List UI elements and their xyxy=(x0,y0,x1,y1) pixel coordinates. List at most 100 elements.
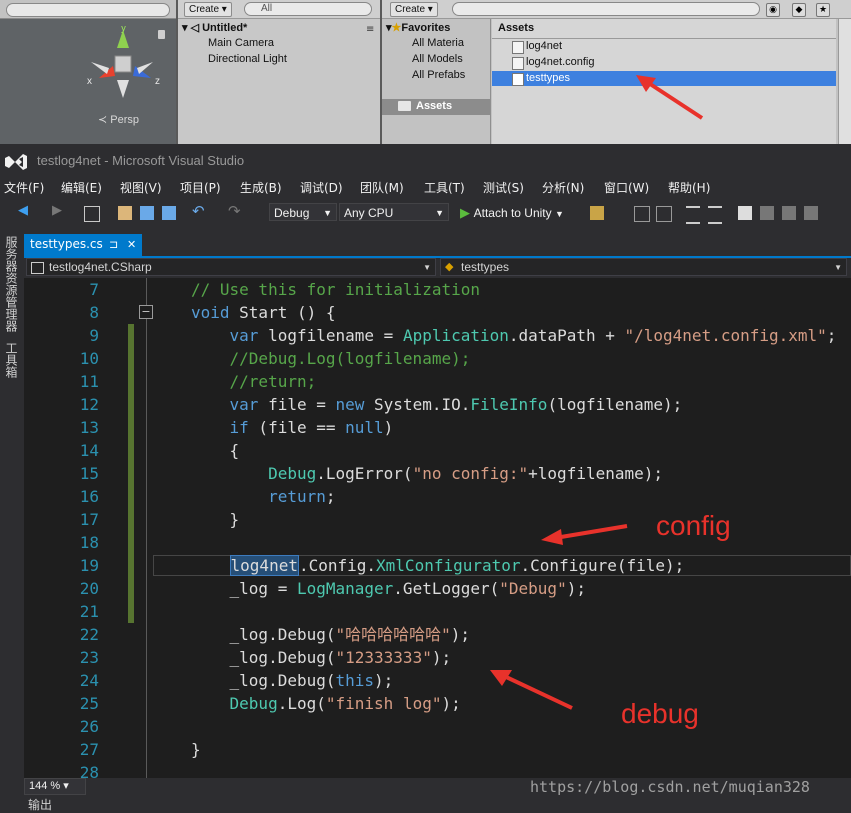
uncomment-icon[interactable] xyxy=(708,206,722,224)
project-create-button[interactable]: Create ▾ xyxy=(390,2,438,17)
menu-project[interactable]: 项目(P) xyxy=(180,179,221,196)
code-line[interactable]: 12 var file = new System.IO.FileInfo(log… xyxy=(24,393,851,416)
toolbar-layout2-icon[interactable] xyxy=(656,206,672,222)
toolbox-tab[interactable]: 工具箱 xyxy=(3,342,20,378)
redo-icon[interactable]: ↷ xyxy=(228,202,242,220)
comment-icon[interactable] xyxy=(686,206,700,224)
code-line[interactable]: 15 Debug.LogError("no config:"+logfilena… xyxy=(24,462,851,485)
code-line[interactable]: 10 //Debug.Log(logfilename); xyxy=(24,347,851,370)
code-text[interactable]: _log.Debug("12333333"); xyxy=(191,646,452,669)
save-icon[interactable] xyxy=(140,206,154,220)
code-text[interactable]: //return; xyxy=(191,370,317,393)
attach-to-unity-button[interactable]: ▶ Attach to Unity ▼ xyxy=(460,205,564,221)
hierarchy-search-input[interactable]: All xyxy=(244,2,372,16)
configuration-dropdown[interactable]: Debug ▼ xyxy=(269,203,337,221)
menu-build[interactable]: 生成(B) xyxy=(240,179,282,196)
close-icon[interactable]: ✕ xyxy=(127,234,136,255)
code-line[interactable]: 22 _log.Debug("哈哈哈哈哈哈"); xyxy=(24,623,851,646)
asset-item-log4net[interactable]: log4net xyxy=(526,40,562,52)
type-dropdown[interactable]: ◆ testtypes ▼ xyxy=(440,258,847,276)
hierarchy-item-main-camera[interactable]: Main Camera xyxy=(208,37,274,49)
back-icon[interactable]: ◀ xyxy=(18,203,32,218)
code-text[interactable]: var logfilename = Application.dataPath +… xyxy=(191,324,837,347)
hierarchy-create-button[interactable]: Create ▾ xyxy=(184,2,232,17)
code-line[interactable]: 21 xyxy=(24,600,851,623)
menu-tools[interactable]: 工具(T) xyxy=(424,179,465,196)
save-all-icon[interactable] xyxy=(162,206,176,220)
code-text[interactable]: if (file == null) xyxy=(191,416,394,439)
asset-item-log4net-config[interactable]: log4net.config xyxy=(526,56,595,68)
scene-gizmo-icon[interactable]: y x z xyxy=(85,26,165,106)
prev-bookmark-icon[interactable] xyxy=(760,206,774,220)
clear-bookmarks-icon[interactable] xyxy=(804,206,818,220)
code-text[interactable]: { xyxy=(191,439,240,462)
open-folder-icon[interactable] xyxy=(118,206,132,220)
menu-team[interactable]: 团队(M) xyxy=(360,179,404,196)
code-text[interactable]: void Start () { xyxy=(191,301,336,324)
code-line[interactable]: 26 xyxy=(24,715,851,738)
hierarchy-item-directional-light[interactable]: Directional Light xyxy=(208,53,287,65)
perspective-label[interactable]: ≺ Persp xyxy=(98,113,139,126)
code-line[interactable]: 9 var logfilename = Application.dataPath… xyxy=(24,324,851,347)
code-line[interactable]: 11 //return; xyxy=(24,370,851,393)
menu-analyze[interactable]: 分析(N) xyxy=(542,179,584,196)
code-line[interactable]: 14 { xyxy=(24,439,851,462)
code-text[interactable]: var file = new System.IO.FileInfo(logfil… xyxy=(191,393,683,416)
pin-icon[interactable]: ⊐ xyxy=(109,234,118,255)
code-line[interactable]: 23 _log.Debug("12333333"); xyxy=(24,646,851,669)
toolbar-layout-icon[interactable] xyxy=(634,206,650,222)
favorite-all-materials[interactable]: All Materia xyxy=(412,37,464,49)
new-project-icon[interactable] xyxy=(84,206,100,222)
code-line[interactable]: 7 // Use this for initialization xyxy=(24,278,851,301)
code-text[interactable]: return; xyxy=(191,485,335,508)
code-line[interactable]: 25 Debug.Log("finish log"); xyxy=(24,692,851,715)
scene-view[interactable]: y x z ≺ Persp xyxy=(0,0,176,144)
code-text[interactable]: // Use this for initialization xyxy=(191,278,480,301)
undo-icon[interactable]: ↶ xyxy=(192,202,206,220)
code-text[interactable]: //Debug.Log(logfilename); xyxy=(191,347,471,370)
menu-lines-icon[interactable]: ≡ xyxy=(366,24,374,35)
favorite-all-models[interactable]: All Models xyxy=(412,53,463,65)
menu-file[interactable]: 文件(F) xyxy=(4,179,44,196)
code-line[interactable]: 24 _log.Debug(this); xyxy=(24,669,851,692)
code-text[interactable]: log4net.Config.XmlConfigurator.Configure… xyxy=(191,554,684,577)
code-text[interactable]: _log = LogManager.GetLogger("Debug"); xyxy=(191,577,586,600)
menu-test[interactable]: 测试(S) xyxy=(483,179,524,196)
project-search-input[interactable] xyxy=(452,2,760,16)
zoom-dropdown[interactable]: 144 % ▾ xyxy=(24,778,86,795)
favorite-all-prefabs[interactable]: All Prefabs xyxy=(412,69,465,81)
menu-edit[interactable]: 编辑(E) xyxy=(61,179,102,196)
scene-search-field[interactable] xyxy=(6,3,170,17)
code-line[interactable]: 13 if (file == null) xyxy=(24,416,851,439)
favorites-header[interactable]: ▾★Favorites xyxy=(386,21,450,34)
assets-folder-row[interactable]: Assets xyxy=(382,99,490,115)
project-scrollbar[interactable] xyxy=(838,19,851,144)
code-text[interactable]: Debug.Log("finish log"); xyxy=(191,692,461,715)
code-line[interactable]: 20 _log = LogManager.GetLogger("Debug"); xyxy=(24,577,851,600)
tab-testtypes-cs[interactable]: testtypes.cs ⊐ ✕ xyxy=(24,234,142,256)
menu-window[interactable]: 窗口(W) xyxy=(604,179,649,196)
scene-root-row[interactable]: ▾ ◁ Untitled* xyxy=(182,21,247,34)
search-by-type-icon[interactable]: ◉ xyxy=(766,3,780,17)
output-tab[interactable]: 输出 xyxy=(28,796,52,813)
menu-debug[interactable]: 调试(D) xyxy=(300,179,343,196)
asset-item-testtypes[interactable]: testtypes xyxy=(526,72,570,84)
search-by-label-icon[interactable]: ◆ xyxy=(792,3,806,17)
toolbar-find-icon[interactable] xyxy=(590,206,604,220)
code-text[interactable]: } xyxy=(191,738,201,761)
code-line[interactable]: 19 log4net.Config.XmlConfigurator.Config… xyxy=(24,554,851,577)
menu-view[interactable]: 视图(V) xyxy=(120,179,162,196)
lock-icon[interactable] xyxy=(158,30,165,39)
bookmark-icon[interactable] xyxy=(738,206,752,220)
code-line[interactable]: 8 void Start () { xyxy=(24,301,851,324)
platform-dropdown[interactable]: Any CPU ▼ xyxy=(339,203,449,221)
code-text[interactable]: } xyxy=(191,508,240,531)
code-text[interactable]: Debug.LogError("no config:"+logfilename)… xyxy=(191,462,663,485)
code-line[interactable]: 28 xyxy=(24,761,851,778)
forward-icon[interactable]: ▶ xyxy=(52,203,66,218)
menu-help[interactable]: 帮助(H) xyxy=(668,179,710,196)
next-bookmark-icon[interactable] xyxy=(782,206,796,220)
code-line[interactable]: 16 return; xyxy=(24,485,851,508)
server-explorer-tab[interactable]: 服务器资源管理器 xyxy=(3,236,20,332)
code-line[interactable]: 27} xyxy=(24,738,851,761)
